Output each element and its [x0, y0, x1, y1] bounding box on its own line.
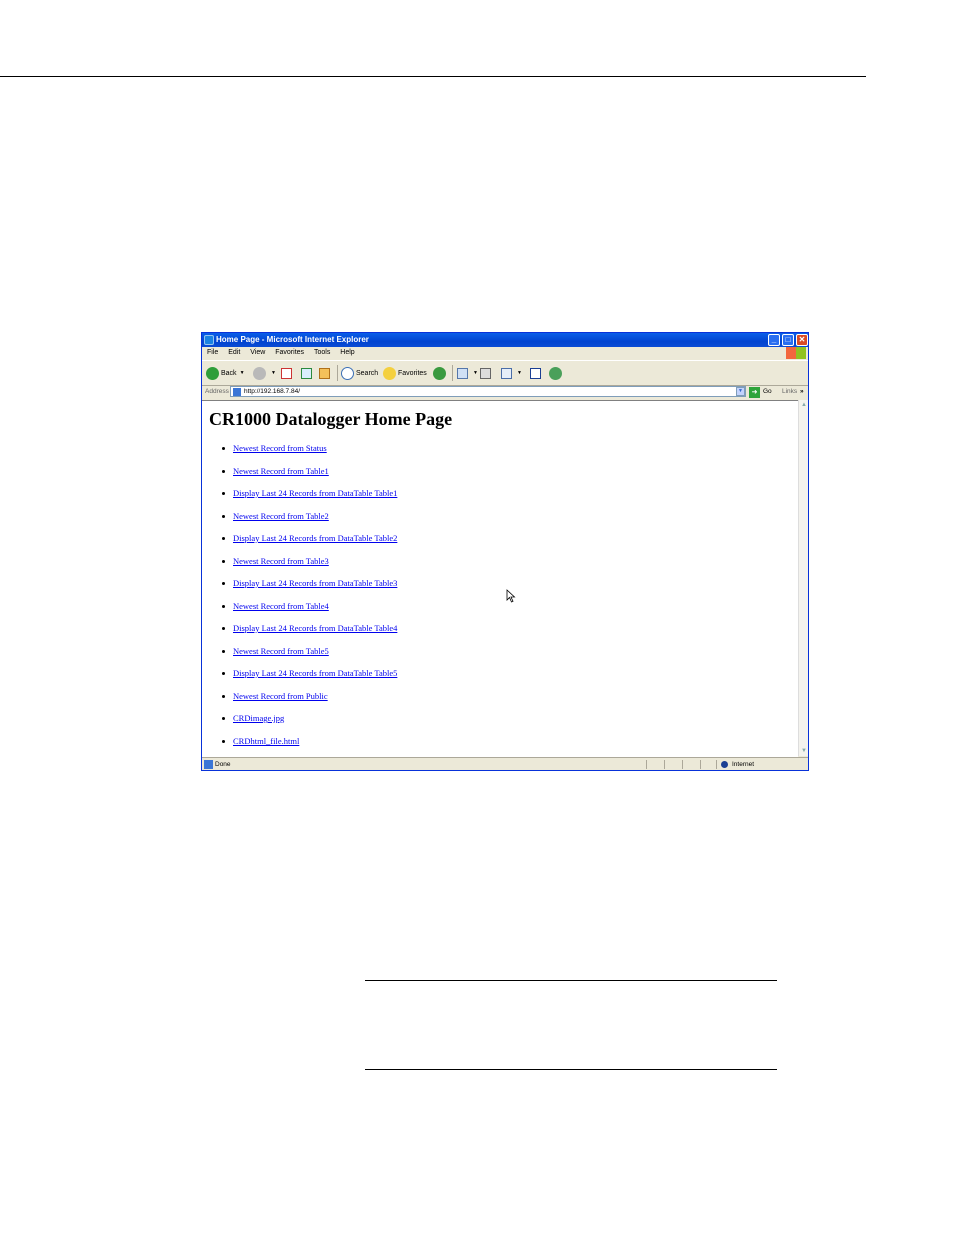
messenger-icon — [549, 366, 562, 380]
link-last24-table4[interactable]: Display Last 24 Records from DataTable T… — [233, 623, 397, 633]
link-last24-table3[interactable]: Display Last 24 Records from DataTable T… — [233, 578, 397, 588]
title-bar[interactable]: Home Page - Microsoft Internet Explorer … — [202, 333, 808, 347]
edit-icon — [501, 367, 512, 379]
forward-button[interactable]: ▼ — [253, 366, 276, 380]
print-button[interactable] — [480, 366, 493, 380]
go-arrow-icon: ➜ — [749, 386, 760, 398]
toolbar-separator — [452, 365, 453, 381]
page-title: CR1000 Datalogger Home Page — [209, 409, 453, 429]
link-last24-table5[interactable]: Display Last 24 Records from DataTable T… — [233, 668, 397, 678]
stop-icon — [281, 367, 292, 379]
back-button[interactable]: Back ▼ — [206, 366, 245, 380]
address-dropdown-icon[interactable]: ▼ — [736, 387, 745, 396]
address-input[interactable]: http://192.168.7.84/ — [230, 386, 746, 397]
link-newest-table5[interactable]: Newest Record from Table5 — [233, 646, 329, 656]
page-done-icon — [204, 760, 213, 769]
window-title: Home Page - Microsoft Internet Explorer — [216, 335, 369, 344]
back-arrow-icon — [206, 366, 219, 380]
edit-dropdown-icon: ▼ — [517, 370, 522, 376]
print-icon — [480, 367, 491, 379]
menu-tools[interactable]: Tools — [314, 347, 330, 359]
page-header-rule — [0, 76, 866, 77]
link-crd-html[interactable]: CRDhtml_file.html — [233, 736, 299, 746]
scroll-up-icon[interactable]: ▲ — [800, 401, 808, 409]
stop-button[interactable] — [281, 366, 294, 380]
link-crd-image[interactable]: CRDimage.jpg — [233, 713, 284, 723]
go-label: Go — [763, 388, 772, 395]
ie-window: Home Page - Microsoft Internet Explorer … — [201, 332, 809, 771]
link-last24-table1[interactable]: Display Last 24 Records from DataTable T… — [233, 488, 397, 498]
status-text: Done — [215, 761, 231, 768]
back-dropdown-icon: ▼ — [239, 370, 245, 376]
menu-bar: File Edit View Favorites Tools Help — [202, 347, 808, 359]
link-newest-public[interactable]: Newest Record from Public — [233, 691, 328, 701]
link-newest-table4[interactable]: Newest Record from Table4 — [233, 601, 329, 611]
discuss-button[interactable] — [530, 366, 543, 380]
search-label: Search — [356, 369, 379, 377]
back-label: Back — [221, 369, 237, 377]
history-icon — [433, 366, 446, 380]
security-zone: Internet — [732, 761, 755, 768]
link-newest-table3[interactable]: Newest Record from Table3 — [233, 556, 329, 566]
internet-globe-icon — [721, 761, 728, 768]
forward-dropdown-icon: ▼ — [271, 370, 276, 376]
note-bottom-rule — [365, 1069, 777, 1070]
forward-arrow-icon — [253, 366, 266, 380]
scroll-down-icon[interactable]: ▼ — [800, 747, 808, 755]
status-divider — [664, 760, 665, 769]
note-top-rule — [365, 980, 777, 981]
status-bar: Done Internet — [202, 757, 808, 770]
messenger-button[interactable] — [549, 366, 564, 380]
minimize-button[interactable]: _ — [768, 334, 780, 346]
favorites-star-icon — [383, 366, 396, 380]
home-button[interactable] — [319, 366, 332, 380]
home-icon — [319, 367, 330, 379]
toolbar-separator — [337, 365, 338, 381]
history-button[interactable] — [433, 366, 448, 380]
vertical-scrollbar[interactable]: ▲ ▼ — [798, 400, 808, 756]
menu-help[interactable]: Help — [340, 347, 354, 359]
search-button[interactable]: Search — [341, 366, 378, 380]
discuss-icon — [530, 367, 541, 379]
maximize-button[interactable]: □ — [782, 334, 794, 346]
favorites-label: Favorites — [398, 369, 427, 377]
refresh-icon — [301, 367, 312, 379]
menu-edit[interactable]: Edit — [228, 347, 240, 359]
menu-file[interactable]: File — [207, 347, 218, 359]
menu-view[interactable]: View — [250, 347, 265, 359]
link-last24-table2[interactable]: Display Last 24 Records from DataTable T… — [233, 533, 397, 543]
address-url: http://192.168.7.84/ — [244, 388, 301, 395]
link-newest-table2[interactable]: Newest Record from Table2 — [233, 511, 329, 521]
go-button[interactable]: ➜ Go — [749, 386, 772, 398]
mouse-cursor-icon — [506, 589, 516, 603]
refresh-button[interactable] — [301, 366, 314, 380]
links-button[interactable]: Links — [782, 385, 797, 399]
status-divider — [646, 760, 647, 769]
search-icon — [341, 366, 354, 380]
address-label: Address — [205, 388, 229, 395]
ie-icon — [204, 335, 214, 345]
mail-button[interactable]: ▼ — [457, 366, 478, 380]
status-divider — [700, 760, 701, 769]
favorites-button[interactable]: Favorites — [383, 366, 427, 380]
status-divider — [682, 760, 683, 769]
mail-icon — [457, 367, 468, 379]
windows-logo-icon — [786, 347, 806, 359]
page-icon — [233, 388, 241, 396]
toolbar-more-icon[interactable]: » — [800, 385, 804, 399]
link-newest-table1[interactable]: Newest Record from Table1 — [233, 466, 329, 476]
page-content: CR1000 Datalogger Home Page Newest Recor… — [202, 400, 798, 757]
standard-toolbar: Back ▼ ▼ Search Favorites ▼ ▼ — [202, 360, 808, 386]
link-newest-status[interactable]: Newest Record from Status — [233, 443, 327, 453]
menu-favorites[interactable]: Favorites — [275, 347, 304, 359]
address-bar: Address http://192.168.7.84/ ▼ ➜ Go Link… — [202, 385, 808, 399]
edit-button[interactable]: ▼ — [501, 366, 522, 380]
status-divider — [716, 760, 717, 769]
close-button[interactable]: ✕ — [796, 334, 808, 346]
mail-dropdown-icon: ▼ — [473, 370, 478, 376]
